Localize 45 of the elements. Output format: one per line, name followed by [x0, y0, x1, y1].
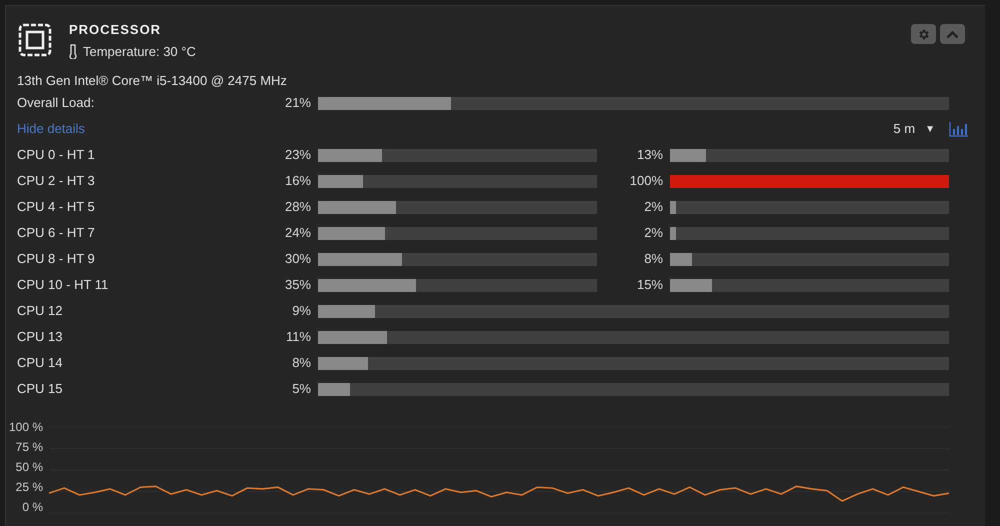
core-label: CPU 4 - HT 5: [17, 198, 96, 216]
core-label: CPU 10 - HT 11: [17, 276, 110, 294]
settings-icon: [917, 28, 930, 40]
core-label: CPU 8 - HT 9: [17, 250, 96, 268]
load-percent: 2%: [643, 224, 664, 242]
load-percent: 2%: [643, 198, 664, 216]
load-percent: 13%: [636, 146, 664, 164]
settings-button[interactable]: [911, 24, 936, 44]
y-axis-label: 50 %: [14, 460, 43, 474]
load-percent: 8%: [643, 250, 664, 268]
time-range-value[interactable]: 5 m: [893, 119, 916, 139]
core-label: CPU 0 - HT 1: [17, 146, 96, 164]
bar-chart-icon[interactable]: [949, 121, 969, 137]
load-percent: 23%: [284, 146, 312, 164]
load-percent: 24%: [284, 224, 312, 242]
y-axis-label: 0 %: [21, 500, 43, 514]
core-label: CPU 15: [17, 380, 64, 398]
load-percent: 100%: [628, 172, 664, 190]
y-axis-label: 25 %: [14, 480, 43, 494]
core-label: CPU 2 - HT 3: [17, 172, 96, 190]
core-label: CPU 14: [17, 354, 64, 372]
core-label: CPU 6 - HT 7: [17, 224, 96, 242]
load-percent: 11%: [284, 328, 312, 346]
thermometer-icon: [69, 44, 77, 59]
load-percent: 30%: [284, 250, 312, 268]
collapse-button[interactable]: [940, 24, 965, 44]
load-percent: 28%: [284, 198, 312, 216]
load-percent: 8%: [291, 354, 312, 372]
overall-load-label: Overall Load:: [17, 94, 96, 112]
load-percent: 5%: [291, 380, 312, 398]
core-label: CPU 12: [17, 302, 64, 320]
load-percent: 15%: [636, 276, 664, 294]
load-percent: 21%: [284, 94, 312, 112]
dropdown-caret[interactable]: ▼: [925, 122, 935, 136]
core-label: CPU 13: [17, 328, 64, 346]
chevron-up-icon: [946, 30, 959, 38]
temperature-text: Temperature: 30 °C: [83, 42, 196, 61]
y-axis-label: 75 %: [14, 440, 43, 454]
load-percent: 16%: [284, 172, 312, 190]
cpu-model: 13th Gen Intel® Core™ i5-13400 @ 2475 MHz: [17, 72, 288, 89]
load-percent: 35%: [284, 276, 312, 294]
panel-title: PROCESSOR: [69, 21, 162, 39]
chip-icon: [17, 22, 53, 58]
y-axis-label: 100 %: [8, 420, 43, 434]
load-percent: 9%: [291, 302, 312, 320]
